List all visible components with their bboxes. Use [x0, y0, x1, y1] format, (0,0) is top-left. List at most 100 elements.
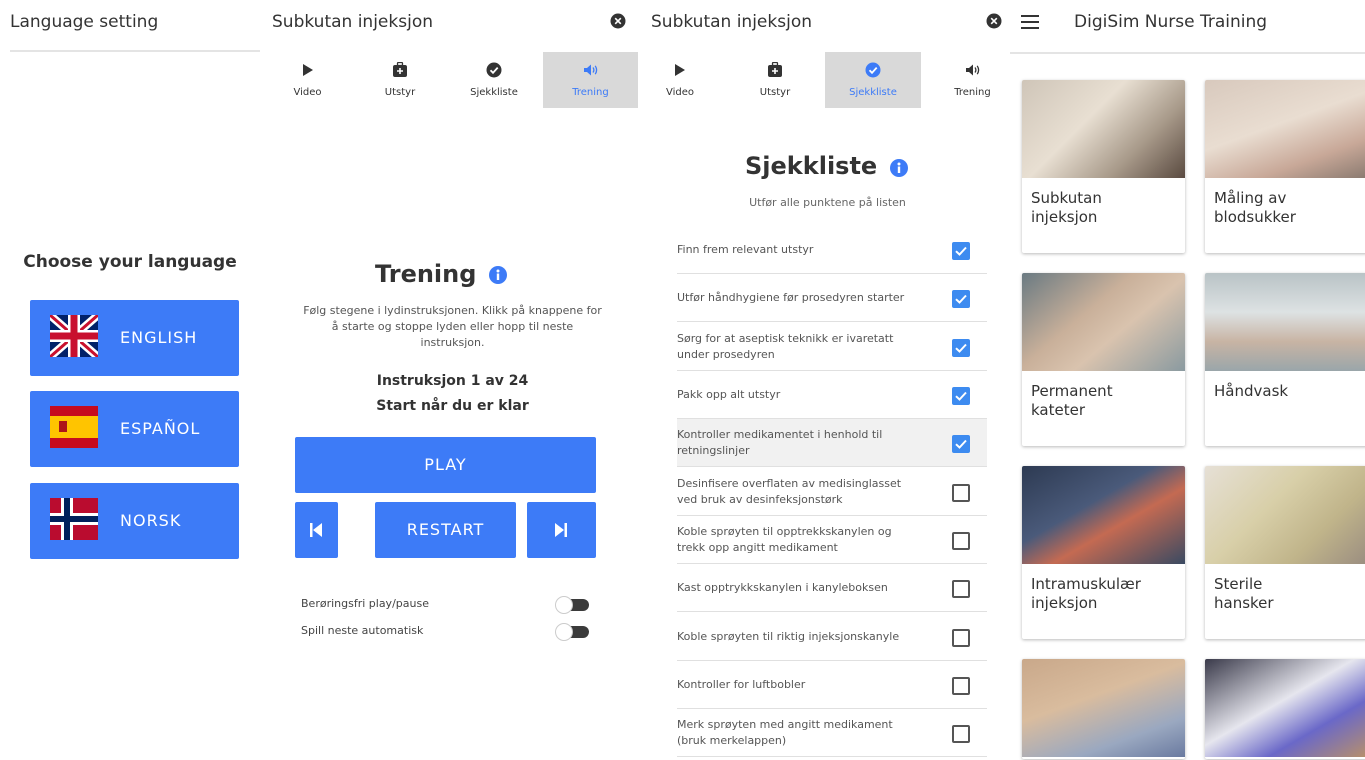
- checklist-item[interactable]: Kontroller for luftbobler: [677, 661, 987, 709]
- close-icon[interactable]: [986, 13, 1002, 29]
- procedure-card[interactable]: [1205, 659, 1365, 759]
- checkbox-checked[interactable]: [952, 339, 970, 357]
- play-button[interactable]: PLAY: [295, 437, 596, 493]
- procedure-card[interactable]: [1022, 659, 1185, 759]
- checklist-item-line: ved bruk av desinfeksjonstørk: [677, 493, 843, 506]
- tab-utstyr[interactable]: Utstyr: [355, 52, 445, 108]
- toggle-knob: [555, 596, 573, 614]
- checklist-item[interactable]: Utfør håndhygiene før prosedyren starter: [677, 274, 987, 322]
- autoplay-next-label: Spill neste automatisk: [301, 624, 424, 637]
- checkbox-checked[interactable]: [952, 290, 970, 308]
- checklist-item-text: Merk sprøyten med angitt medikament (bruk…: [677, 717, 917, 749]
- checklist-item[interactable]: Koble sprøyten til opptrekkskanylen og tr…: [677, 516, 987, 564]
- tab-trening[interactable]: Trening: [935, 52, 1010, 108]
- training-description: Følg stegene i lydinstruksjonen. Klikk p…: [260, 303, 645, 351]
- procedure-card[interactable]: Permanent kateter: [1022, 273, 1185, 446]
- checkbox-checked[interactable]: [952, 387, 970, 405]
- checklist-item[interactable]: Pakk opp alt utstyr: [677, 371, 987, 419]
- procedure-card-title-line: hansker: [1214, 594, 1274, 612]
- checkbox-unchecked[interactable]: [952, 725, 970, 743]
- speaker-icon: [965, 64, 979, 76]
- checklist-item-line: (bruk merkelappen): [677, 734, 787, 747]
- next-button[interactable]: [527, 502, 596, 558]
- checklist-item-line: retningslinjer: [677, 444, 750, 457]
- checklist-item[interactable]: Kontroller medikamentet i henhold til ret…: [677, 419, 987, 467]
- tab-utstyr-label: Utstyr: [759, 87, 791, 98]
- procedure-card-title-line: injeksjon: [1031, 594, 1098, 612]
- tab-sjekkliste[interactable]: Sjekkliste: [445, 52, 543, 108]
- checkbox-unchecked[interactable]: [952, 580, 970, 598]
- catalog-title: DigiSim Nurse Training: [1074, 12, 1268, 32]
- info-icon[interactable]: [890, 159, 908, 177]
- procedure-card-title: Permanent kateter: [1031, 382, 1179, 420]
- procedure-card[interactable]: Håndvask: [1205, 273, 1365, 446]
- procedure-card[interactable]: Sterile hansker: [1205, 466, 1365, 639]
- choose-language-heading: Choose your language: [23, 252, 237, 272]
- checkbox-unchecked[interactable]: [952, 532, 970, 550]
- autoplay-next-toggle[interactable]: [555, 623, 591, 641]
- checkbox-unchecked[interactable]: [952, 629, 970, 647]
- description-line: å starte og stoppe lyden eller hopp til …: [331, 320, 574, 333]
- checklist-item[interactable]: Koble sprøyten til riktig injeksjonskany…: [677, 613, 987, 661]
- toggle-knob: [555, 623, 573, 641]
- checklist-item-text: Kontroller medikamentet i henhold til ret…: [677, 427, 917, 459]
- touchless-play-pause-toggle[interactable]: [555, 596, 591, 614]
- tab-video-label: Video: [665, 87, 695, 98]
- checklist-item-line: under prosedyren: [677, 348, 775, 361]
- checklist-item[interactable]: Kast opptrykkskanylen i kanyleboksen: [677, 564, 987, 612]
- info-icon[interactable]: [489, 266, 507, 284]
- instruction-status: Start når du er klar: [376, 398, 529, 414]
- kit-icon: [768, 62, 782, 77]
- checklist-item-line: Utfør håndhygiene før prosedyren starter: [677, 291, 905, 304]
- procedure-card-title-line: kateter: [1031, 401, 1086, 419]
- touchless-play-pause-label: Berøringsfri play/pause: [301, 597, 429, 610]
- checkbox-checked[interactable]: [952, 242, 970, 260]
- tab-sjekkliste[interactable]: Sjekkliste: [825, 52, 921, 108]
- tab-video[interactable]: Video: [260, 52, 355, 108]
- tab-utstyr[interactable]: Utstyr: [735, 52, 815, 108]
- language-panel: Language setting Choose your language EN…: [0, 0, 260, 760]
- checklist-item[interactable]: Finn frem relevant utstyr: [677, 226, 987, 274]
- description-line: instruksjon.: [420, 336, 485, 349]
- close-icon[interactable]: [610, 13, 626, 29]
- espanol-label: ESPAÑOL: [120, 419, 201, 438]
- tab-bar: Video Utstyr Sjekkliste Trening: [260, 52, 645, 108]
- menu-icon[interactable]: [1021, 15, 1039, 29]
- checklist-item-line: Sørg for at aseptisk teknikk er ivaretat…: [677, 332, 894, 345]
- english-button[interactable]: ENGLISH: [30, 300, 239, 376]
- checklist-item-text: Pakk opp alt utstyr: [677, 387, 917, 403]
- norsk-button[interactable]: NORSK: [30, 483, 239, 559]
- tab-video[interactable]: Video: [645, 52, 715, 108]
- speaker-icon: [583, 64, 597, 76]
- procedure-card-title-line: Permanent: [1031, 382, 1113, 400]
- procedure-card-title-line: Sterile: [1214, 575, 1263, 593]
- procedure-card[interactable]: Intramuskulær injeksjon: [1022, 466, 1185, 639]
- checklist-item-text: Desinfisere overflaten av medisinglasset…: [677, 476, 917, 508]
- restart-button[interactable]: RESTART: [375, 502, 516, 558]
- procedure-card-title-line: Håndvask: [1214, 382, 1289, 400]
- checkbox-unchecked[interactable]: [952, 484, 970, 502]
- procedure-card[interactable]: Måling av blodsukker: [1205, 80, 1365, 253]
- checklist-item[interactable]: Desinfisere overflaten av medisinglasset…: [677, 468, 987, 516]
- checkbox-unchecked[interactable]: [952, 677, 970, 695]
- norway-flag-icon: [50, 498, 98, 540]
- check-circle-icon: [486, 62, 502, 78]
- previous-button[interactable]: [295, 502, 338, 558]
- norsk-label: NORSK: [120, 511, 182, 530]
- procedure-photo: [1022, 273, 1185, 371]
- tab-trening[interactable]: Trening: [543, 52, 638, 108]
- checklist-item-line: Merk sprøyten med angitt medikament: [677, 718, 893, 731]
- procedure-card[interactable]: Subkutan injeksjon: [1022, 80, 1185, 253]
- checkmark-icon: [955, 439, 967, 449]
- procedure-card-title-line: injeksjon: [1031, 208, 1098, 226]
- checklist-item-line: Kast opptrykkskanylen i kanyleboksen: [677, 581, 888, 594]
- sjekkliste-heading: Sjekkliste: [745, 152, 878, 180]
- checkbox-checked[interactable]: [952, 435, 970, 453]
- espanol-button[interactable]: ESPAÑOL: [30, 391, 239, 467]
- checklist-item[interactable]: Sørg for at aseptisk teknikk er ivaretat…: [677, 323, 987, 371]
- procedure-photo: [1205, 80, 1365, 178]
- tab-sjekkliste-label: Sjekkliste: [470, 87, 518, 98]
- checklist-item[interactable]: Merk sprøyten med angitt medikament (bruk…: [677, 709, 987, 757]
- checklist-item-line: Desinfisere overflaten av medisinglasset: [677, 477, 902, 490]
- procedure-card-title-line: Måling av: [1214, 189, 1287, 207]
